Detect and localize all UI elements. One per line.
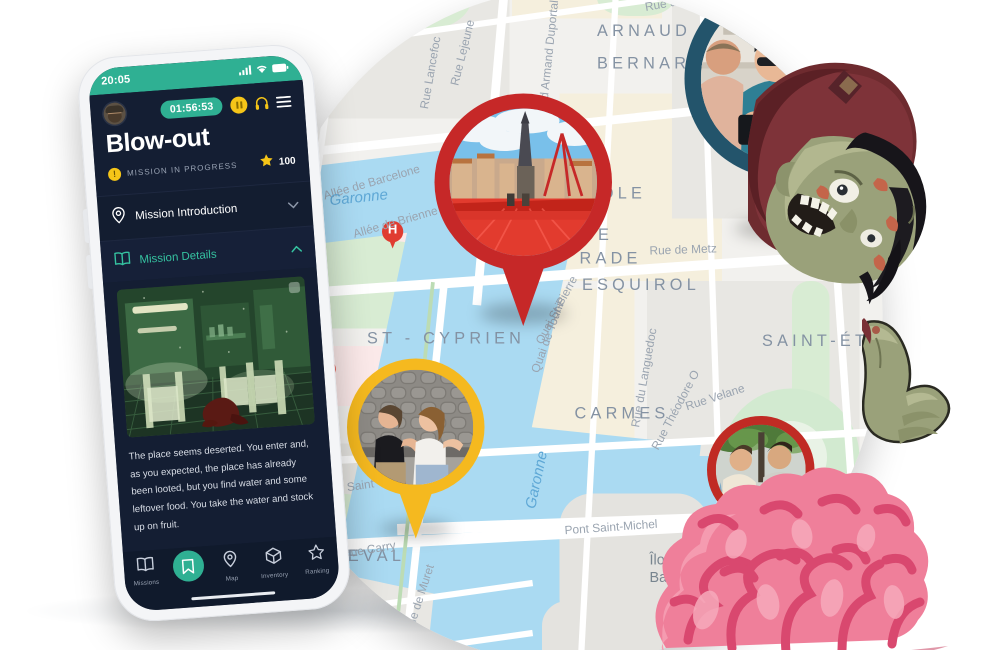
map-district-label: CARMES: [574, 403, 670, 423]
sidebar-item-label: Mission Details: [138, 248, 217, 266]
cellular-signal-icon: [238, 62, 252, 81]
phone-mockup: 20:05 01:56:53 Blow-out ! MISSION IN PRO…: [75, 42, 353, 624]
hamburger-menu-icon[interactable]: [275, 95, 292, 108]
tab-label: Inventory: [260, 571, 289, 581]
location-pin-icon: [111, 206, 128, 229]
avatar[interactable]: [102, 101, 127, 126]
tab-bookmark[interactable]: [166, 549, 211, 586]
pin-photo-bridge: [449, 108, 597, 256]
battery-icon: [271, 59, 289, 78]
box-icon: [265, 547, 283, 570]
fullscreen-icon[interactable]: [288, 281, 301, 294]
map-pin-bridge[interactable]: [434, 93, 612, 332]
pause-icon[interactable]: [229, 95, 248, 114]
sidebar-item-label: Mission Introduction: [134, 202, 238, 223]
score-value: 100: [278, 155, 296, 168]
tab-inventory[interactable]: Inventory: [251, 546, 296, 581]
mission-image[interactable]: [116, 276, 315, 438]
map-pin-icon: [222, 550, 239, 573]
mission-details-body: The place seems deserted. You enter and,…: [103, 267, 337, 553]
star-outline-icon: [307, 544, 324, 566]
home-indicator: [191, 590, 276, 601]
mission-status: ! Mission in progress: [107, 158, 238, 181]
star-icon: [259, 153, 274, 172]
book-icon: [114, 251, 131, 271]
tab-missions[interactable]: Missions: [123, 555, 168, 588]
tab-label: Ranking: [305, 567, 330, 576]
app-header: 01:56:53 Blow-out ! MISSION IN PROGRESS …: [89, 79, 311, 197]
subtitle-row: ! Mission in progress 100: [107, 152, 296, 184]
brain-illustration: [636, 452, 956, 650]
zombie-head-illustration: [742, 48, 1000, 316]
tab-map[interactable]: Map: [209, 549, 254, 584]
status-time: 20:05: [100, 73, 131, 88]
header-actions: 01:56:53: [160, 92, 292, 120]
tab-label: Missions: [133, 578, 160, 588]
tab-label: Map: [225, 574, 239, 583]
page-title: Blow-out: [104, 122, 211, 159]
zombie-arm-illustration: [858, 318, 982, 468]
bookmark-icon: [171, 549, 205, 583]
map-district-label: ARNAUD: [597, 21, 692, 40]
screenshot-root: H H COMPANSARNAUDBERNARDST - CYPRIENCARM…: [0, 0, 1000, 650]
mission-description: The place seems deserted. You enter and,…: [128, 438, 314, 534]
status-icons: [238, 59, 289, 81]
mission-timer: 01:56:53: [160, 96, 224, 120]
pin-photo-wall: [358, 369, 474, 485]
map-pin-wall[interactable]: [347, 358, 485, 544]
score: 100: [259, 152, 296, 173]
warning-icon: !: [107, 166, 122, 181]
headset-icon[interactable]: [255, 95, 269, 110]
wifi-icon: [255, 60, 268, 79]
map-district-label: ST - CYPRIEN: [367, 328, 526, 348]
status-badge: Mission in progress: [126, 160, 238, 178]
title-row: Blow-out: [104, 119, 294, 159]
pin-disc: [236, 0, 312, 24]
phone-screen[interactable]: 20:05 01:56:53 Blow-out ! MISSION IN PRO…: [87, 53, 341, 613]
chevron-up-icon[interactable]: [290, 239, 302, 258]
book-open-icon: [136, 556, 154, 577]
chevron-down-icon[interactable]: [287, 195, 299, 214]
tab-ranking[interactable]: Ranking: [294, 543, 339, 577]
